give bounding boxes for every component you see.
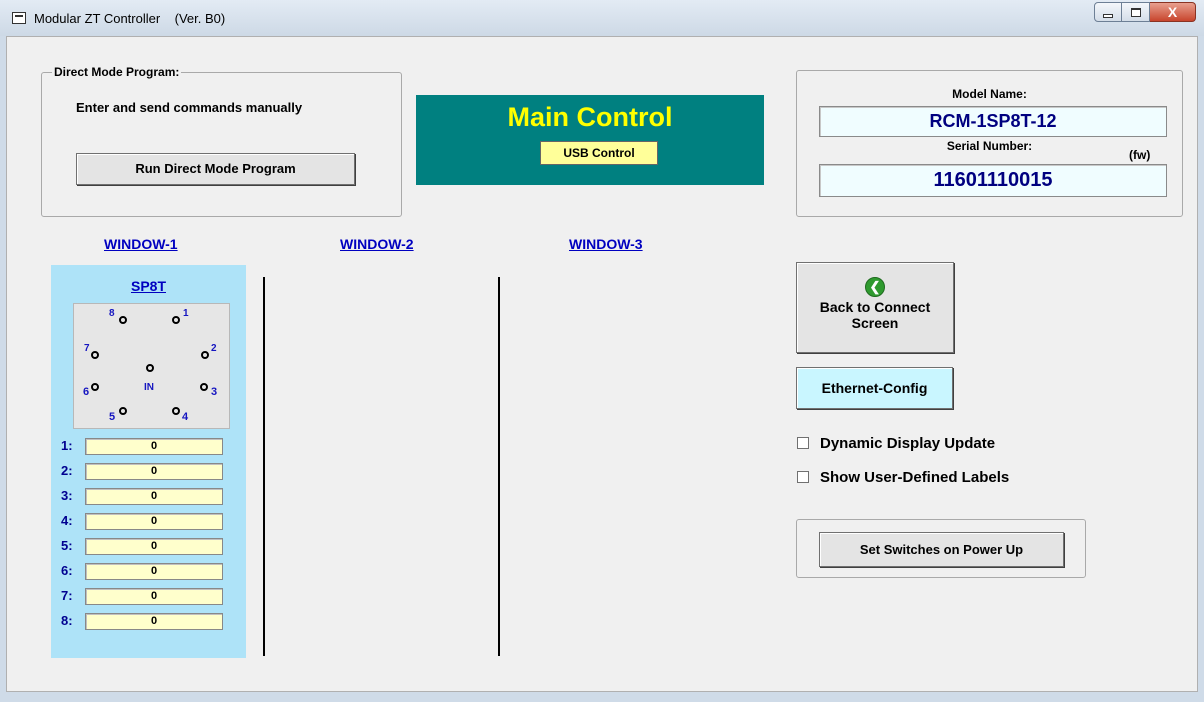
main-control-title: Main Control [507,102,673,132]
row-8-label: 8: [61,613,73,628]
input-port-icon[interactable] [146,364,154,372]
window-title: Modular ZT Controller (Ver. B0) [34,11,226,26]
port-3-icon[interactable] [200,383,208,391]
back-button-line-1: Back to Connect [819,299,931,315]
serial-number-label: Serial Number: [946,139,1033,153]
close-button[interactable]: X [1150,2,1196,22]
switch-panel-sp8t: SP8T 8 1 7 2 IN 6 3 5 4 1: 0 2: 0 3: 0 4… [51,265,246,658]
back-arrow-icon: ❮ [865,277,885,297]
row-4-field[interactable]: 0 [85,513,223,530]
dynamic-display-update-box[interactable] [797,437,809,449]
port-5-icon[interactable] [119,407,127,415]
ethernet-config-button[interactable]: Ethernet-Config [796,367,953,409]
usb-control-status: USB Control [540,141,658,165]
window-3-link[interactable]: WINDOW-3 [569,236,643,252]
port-1-label: 1 [183,308,189,319]
model-name-field: RCM-1SP8T-12 [819,106,1167,137]
row-2-field[interactable]: 0 [85,463,223,480]
window-separator-2 [498,277,500,656]
sp8t-link[interactable]: SP8T [51,278,246,294]
row-4-label: 4: [61,513,73,528]
dynamic-display-update-checkbox[interactable]: Dynamic Display Update [797,435,995,452]
row-1-label: 1: [61,438,73,453]
port-8-icon[interactable] [119,316,127,324]
window-2-link[interactable]: WINDOW-2 [340,236,414,252]
title-bar[interactable]: Modular ZT Controller (Ver. B0) X [0,0,1204,36]
model-info-group: Model Name: RCM-1SP8T-12 Serial Number: … [796,70,1183,217]
row-5-field[interactable]: 0 [85,538,223,555]
minimize-icon [1103,14,1113,18]
window-separator-1 [263,277,265,656]
port-4-label: 4 [182,411,189,423]
row-6-label: 6: [61,563,73,578]
port-1-icon[interactable] [172,316,180,324]
port-3-label: 3 [211,386,218,398]
serial-number-field: 11601110015 [819,164,1167,197]
port-8-label: 8 [109,308,115,319]
row-1-field[interactable]: 0 [85,438,223,455]
show-user-labels-box[interactable] [797,471,809,483]
run-direct-mode-button[interactable]: Run Direct Mode Program [76,153,355,185]
maximize-icon [1130,7,1141,17]
back-to-connect-button[interactable]: ❮ Back to Connect Screen [796,262,954,353]
row-3-field[interactable]: 0 [85,488,223,505]
model-name-label: Model Name: [952,87,1027,101]
row-7-field[interactable]: 0 [85,588,223,605]
window-controls: X [1094,2,1196,24]
port-7-label: 7 [84,343,90,354]
show-user-labels-label: Show User-Defined Labels [820,469,1010,486]
minimize-button[interactable] [1094,2,1122,22]
row-8-field[interactable]: 0 [85,613,223,630]
direct-mode-group: Direct Mode Program: Enter and send comm… [41,65,402,217]
main-panel: Direct Mode Program: Enter and send comm… [6,36,1198,692]
set-switches-power-up-button[interactable]: Set Switches on Power Up [819,532,1064,567]
port-5-label: 5 [109,411,116,423]
switch-diagram: 8 1 7 2 IN 6 3 5 4 [73,303,230,429]
input-port-label: IN [144,382,154,393]
show-user-labels-checkbox[interactable]: Show User-Defined Labels [797,469,1009,486]
port-6-icon[interactable] [91,383,99,391]
row-6-field[interactable]: 0 [85,563,223,580]
app-icon [12,12,26,24]
direct-mode-description: Enter and send commands manually [76,100,303,115]
port-6-label: 6 [83,386,90,398]
app-window: Modular ZT Controller (Ver. B0) X Direct… [0,0,1204,702]
window-1-link[interactable]: WINDOW-1 [104,236,178,252]
port-7-icon[interactable] [91,351,99,359]
row-7-label: 7: [61,588,73,603]
main-control-banner: Main Control USB Control [416,95,764,185]
close-icon: X [1167,4,1178,20]
direct-mode-legend: Direct Mode Program: [52,65,182,79]
port-2-label: 2 [211,343,217,354]
back-button-line-2: Screen [851,315,899,331]
maximize-button[interactable] [1122,2,1150,22]
firmware-label: (fw) [1129,148,1151,162]
row-3-label: 3: [61,488,73,503]
row-5-label: 5: [61,538,73,553]
port-4-icon[interactable] [172,407,180,415]
port-2-icon[interactable] [201,351,209,359]
row-2-label: 2: [61,463,73,478]
power-up-group: Set Switches on Power Up [796,519,1086,578]
dynamic-display-update-label: Dynamic Display Update [820,435,996,452]
